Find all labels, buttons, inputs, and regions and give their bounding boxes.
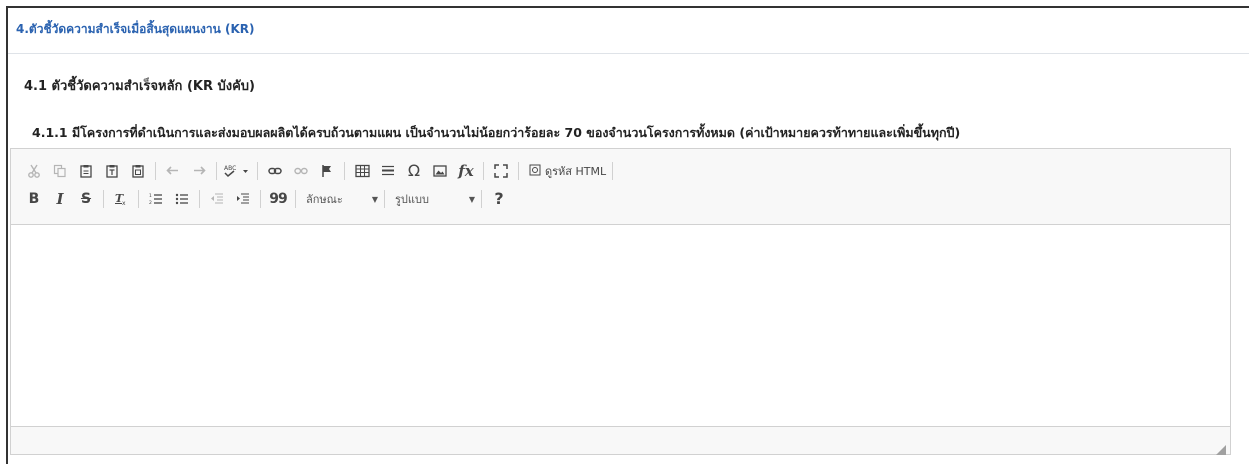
styles-dropdown[interactable]: ลักษณะ ▼ [302,188,382,210]
help-icon[interactable]: ? [488,188,510,210]
paste-word-icon[interactable] [127,160,149,182]
anchor-flag-icon[interactable] [316,160,338,182]
editor-content-area[interactable] [11,225,1230,427]
format-dropdown[interactable]: รูปแบบ ▼ [391,188,479,210]
indent-icon[interactable] [232,188,254,210]
redo-icon[interactable] [188,160,210,182]
spellcheck-icon[interactable]: ABC [223,160,251,182]
horizontal-rule-icon[interactable] [377,160,399,182]
remove-format-icon[interactable]: Tx [110,188,132,210]
toolbar-row-1: ABC Ω fx ดูรหัส HTML [23,157,1230,185]
toolbar-separator [295,190,296,208]
numbered-list-icon[interactable]: 12 [145,188,167,210]
editor-toolbar: ABC Ω fx ดูรหัส HTML B I S T x 1 2 99 ลั… [11,149,1230,225]
chevron-down-icon: ▼ [468,194,475,204]
toolbar-separator [612,162,614,180]
toolbar-separator [344,162,345,180]
toolbar-row-2: B I S Tx 12 99 ลักษณะ ▼ รูปแบบ ▼ ? [23,185,1230,213]
bullet-list-icon[interactable] [171,188,193,210]
view-source-button[interactable]: ดูรหัส HTML [525,160,610,182]
svg-text:x: x [122,200,126,206]
view-source-label: ดูรหัส HTML [545,165,607,178]
source-icon [529,164,541,179]
svg-text:1: 1 [149,193,152,199]
kr-item-title: 4.1.1 มีโครงการที่ดำเนินการและส่งมอบผลผล… [32,125,961,140]
editor-status-bar [11,426,1230,455]
format-dropdown-label: รูปแบบ [395,193,429,206]
section-title: 4.ตัวชี้วัดความสำเร็จเมื่อสิ้นสุดแผนงาน … [8,8,1249,54]
toolbar-separator [384,190,385,208]
toolbar-separator [518,162,519,180]
toolbar-separator [481,190,482,208]
toolbar-separator [155,162,156,180]
kr-subtitle: 4.1 ตัวชี้วัดความสำเร็จหลัก (KR บังคับ) [24,79,255,94]
strikethrough-icon[interactable]: S [75,188,97,210]
styles-dropdown-label: ลักษณะ [306,193,343,206]
chevron-down-icon: ▼ [371,194,378,204]
toolbar-separator [257,162,258,180]
special-char-icon[interactable]: Ω [403,160,425,182]
svg-text:2: 2 [149,200,152,206]
paste-icon[interactable] [75,160,97,182]
rich-text-editor: ABC Ω fx ดูรหัส HTML B I S T x 1 2 99 ลั… [10,148,1231,455]
unlink-icon[interactable] [290,160,312,182]
svg-text:ABC: ABC [224,165,236,172]
link-icon[interactable] [264,160,286,182]
paste-text-icon[interactable] [101,160,123,182]
maximize-icon[interactable] [490,160,512,182]
resize-handle-icon[interactable] [1216,440,1226,455]
outdent-icon[interactable] [206,188,228,210]
blockquote-icon[interactable]: 99 [267,188,289,210]
toolbar-separator [103,190,104,208]
table-icon[interactable] [351,160,373,182]
bold-icon[interactable]: B [23,188,45,210]
italic-icon[interactable]: I [49,188,71,210]
undo-icon[interactable] [162,160,184,182]
copy-icon[interactable] [49,160,71,182]
image-icon[interactable] [429,160,451,182]
cut-icon[interactable] [23,160,45,182]
toolbar-separator [483,162,484,180]
toolbar-separator [199,190,200,208]
formula-icon[interactable]: fx [455,160,477,182]
toolbar-separator [138,190,139,208]
toolbar-separator [216,162,217,180]
toolbar-separator [260,190,261,208]
